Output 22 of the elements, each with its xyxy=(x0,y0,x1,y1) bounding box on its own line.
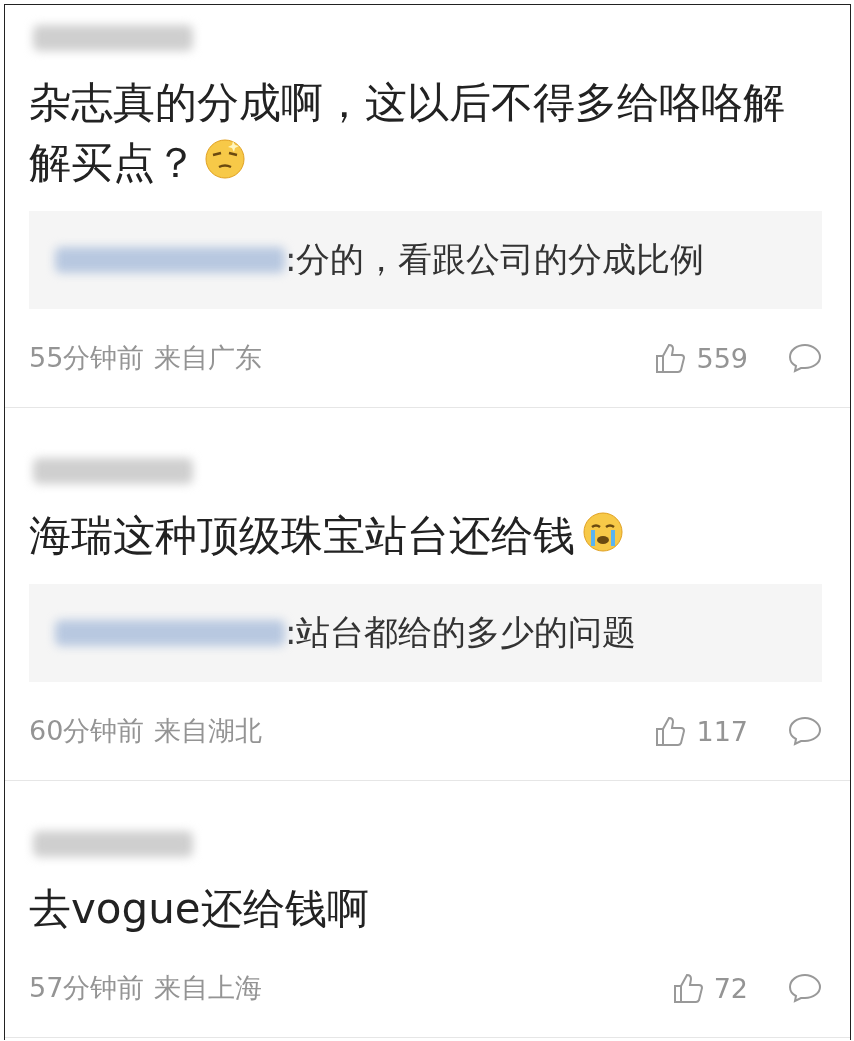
comment-location: 来自湖北 xyxy=(154,714,263,748)
thumbs-up-icon[interactable] xyxy=(671,972,704,1004)
reply-text: :站台都给的多少的问题 xyxy=(285,611,637,654)
comment-time: 60分钟前 xyxy=(29,714,145,748)
comment-text: 杂志真的分成啊，这以后不得多给咯咯解解买点？ xyxy=(29,77,786,189)
emoji-icon xyxy=(203,137,247,181)
comment-time: 57分钟前 xyxy=(29,971,145,1005)
comment-icon[interactable] xyxy=(788,715,822,747)
comment-location: 来自上海 xyxy=(154,971,263,1005)
comment-location: 来自广东 xyxy=(154,341,263,375)
like-count: 559 xyxy=(696,342,748,374)
thumbs-up-icon[interactable] xyxy=(654,715,687,747)
comment-text: 去vogue还给钱啊 xyxy=(29,883,370,935)
like-count: 72 xyxy=(713,972,748,1004)
thumbs-up-icon[interactable] xyxy=(654,342,687,374)
comment-icon[interactable] xyxy=(788,342,822,374)
like-count: 117 xyxy=(696,715,748,747)
comment-icon[interactable] xyxy=(788,972,822,1004)
comment-text: 海瑞这种顶级珠宝站台还给钱 xyxy=(29,506,821,566)
reply-text: :分的，看跟公司的分成比例 xyxy=(285,238,705,281)
emoji-icon xyxy=(581,510,625,554)
comment-time: 55分钟前 xyxy=(29,341,145,375)
